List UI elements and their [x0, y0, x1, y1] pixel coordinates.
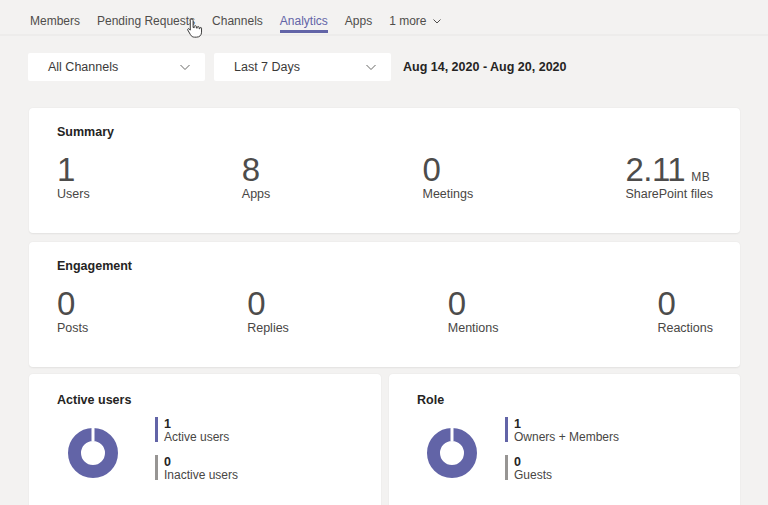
stat-replies-label: Replies — [247, 321, 289, 336]
donut-gap — [451, 428, 454, 441]
legend-item-guests: 0 Guests — [505, 455, 619, 481]
tab-pending-requests[interactable]: Pending Requests — [97, 7, 195, 34]
stat-replies: 0 Replies — [247, 287, 289, 336]
legend-label-inactive-users: Inactive users — [164, 469, 238, 481]
stat-posts-value: 0 — [57, 287, 88, 320]
legend-item-inactive-users: 0 Inactive users — [155, 455, 238, 481]
summary-card: Summary 1 Users 8 Apps 0 Meetings 2.11MB… — [29, 108, 740, 233]
stat-reactions-value: 0 — [657, 287, 713, 320]
tab-apps-label: Apps — [345, 14, 372, 28]
legend-swatch-owners-members — [505, 417, 508, 442]
legend-value-active-users: 1 — [164, 417, 229, 431]
role-donut-chart — [427, 428, 477, 478]
legend-label-active-users: Active users — [164, 431, 229, 443]
active-users-card: Active users 1 Active users 0 Inactive u… — [29, 374, 381, 505]
tab-members[interactable]: Members — [30, 7, 80, 34]
tab-members-label: Members — [30, 14, 80, 28]
stat-users: 1 Users — [57, 153, 90, 202]
active-users-card-title: Active users — [57, 392, 131, 409]
stat-users-label: Users — [57, 187, 90, 202]
legend-item-owners-members: 1 Owners + Members — [505, 417, 619, 443]
period-filter-dropdown[interactable]: Last 7 Days — [214, 53, 391, 81]
stat-replies-value: 0 — [247, 287, 289, 320]
stat-meetings: 0 Meetings — [423, 153, 474, 202]
legend-item-active-users: 1 Active users — [155, 417, 238, 443]
stat-sharepoint-files-label: SharePoint files — [625, 187, 713, 202]
tab-more-label: 1 more — [389, 14, 426, 28]
stat-sharepoint-files-unit: MB — [691, 170, 710, 184]
tab-apps[interactable]: Apps — [345, 7, 372, 34]
legend-label-owners-members: Owners + Members — [514, 431, 619, 443]
role-card: Role 1 Owners + Members 0 Guests — [389, 374, 740, 505]
stat-sharepoint-files-value: 2.11MB — [625, 153, 713, 186]
role-card-title: Role — [417, 392, 444, 409]
stat-mentions-value: 0 — [448, 287, 499, 320]
date-range-label: Aug 14, 2020 - Aug 20, 2020 — [403, 53, 567, 81]
stat-posts: 0 Posts — [57, 287, 88, 336]
legend-value-guests: 0 — [514, 455, 552, 469]
legend-swatch-guests — [505, 455, 508, 480]
tab-more[interactable]: 1 more — [389, 7, 441, 34]
mouse-cursor-pointer-icon — [184, 17, 204, 41]
stat-reactions: 0 Reactions — [657, 287, 713, 336]
stat-users-value: 1 — [57, 153, 90, 186]
analytics-page: Members Pending Requests Channels Analyt… — [0, 0, 768, 505]
stat-sharepoint-files: 2.11MB SharePoint files — [625, 153, 713, 202]
stat-apps-value: 8 — [242, 153, 271, 186]
channel-filter-dropdown[interactable]: All Channels — [28, 53, 205, 81]
tab-channels[interactable]: Channels — [212, 7, 263, 34]
stat-meetings-value: 0 — [423, 153, 474, 186]
chevron-down-icon — [179, 61, 191, 73]
legend-value-owners-members: 1 — [514, 417, 619, 431]
legend-swatch-inactive-users — [155, 455, 158, 480]
tab-channels-label: Channels — [212, 14, 263, 28]
stat-reactions-label: Reactions — [657, 321, 713, 336]
engagement-card: Engagement 0 Posts 0 Replies 0 Mentions … — [29, 242, 740, 367]
stat-posts-label: Posts — [57, 321, 88, 336]
tab-analytics[interactable]: Analytics — [280, 7, 328, 34]
active-users-donut-chart — [68, 428, 118, 478]
legend-swatch-active-users — [155, 417, 158, 442]
legend-value-inactive-users: 0 — [164, 455, 238, 469]
engagement-card-title: Engagement — [57, 258, 132, 275]
summary-card-title: Summary — [57, 124, 114, 141]
period-filter-value: Last 7 Days — [234, 60, 300, 74]
legend-label-guests: Guests — [514, 469, 552, 481]
tab-pending-requests-label: Pending Requests — [97, 14, 195, 28]
tab-analytics-label: Analytics — [280, 14, 328, 28]
stat-meetings-label: Meetings — [423, 187, 474, 202]
tab-bar: Members Pending Requests Channels Analyt… — [0, 0, 768, 36]
channel-filter-value: All Channels — [48, 60, 118, 74]
donut-gap — [92, 428, 95, 441]
stat-apps: 8 Apps — [242, 153, 271, 202]
chevron-down-icon — [432, 16, 442, 26]
stat-apps-label: Apps — [242, 187, 271, 202]
chevron-down-icon — [365, 61, 377, 73]
stat-mentions: 0 Mentions — [448, 287, 499, 336]
stat-mentions-label: Mentions — [448, 321, 499, 336]
